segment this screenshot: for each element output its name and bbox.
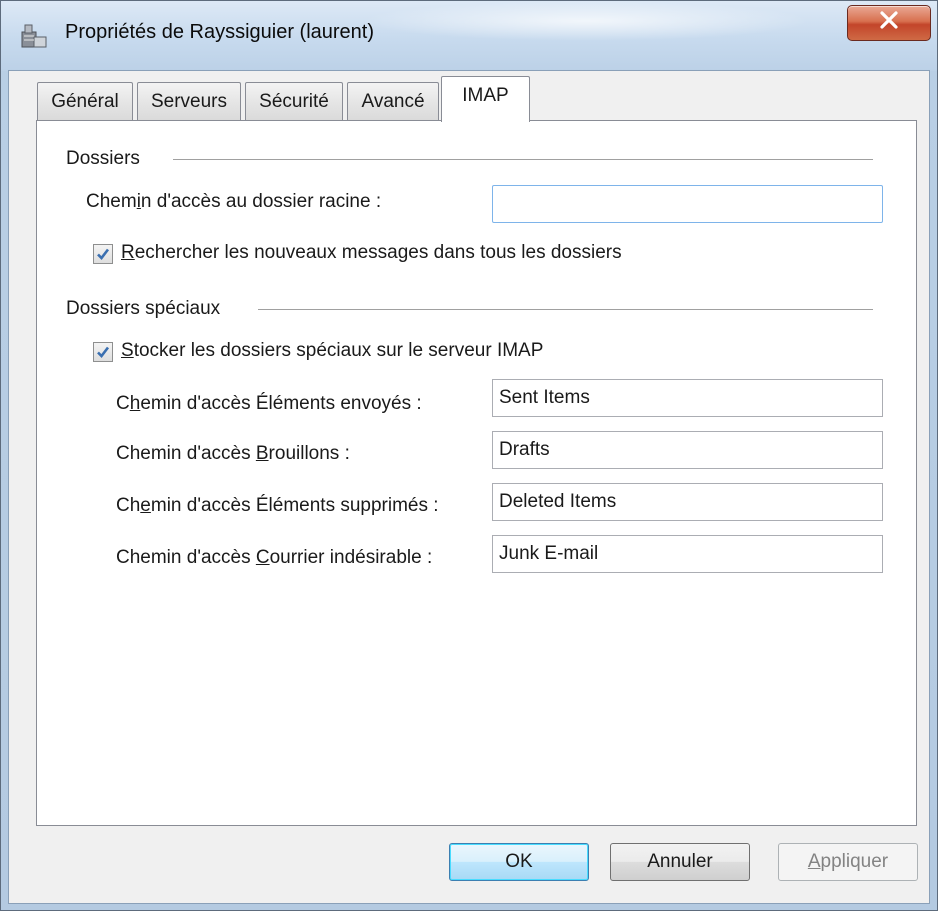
search-all-folders-label[interactable]: Rechercher les nouveaux messages dans to…	[121, 242, 622, 264]
group-divider-special	[258, 309, 873, 310]
tab-label: Serveurs	[150, 90, 228, 112]
drafts-path-input[interactable]	[492, 431, 883, 469]
window-title: Propriétés de Rayssiguier (laurent)	[65, 21, 375, 43]
group-title-dossiers: Dossiers	[66, 148, 140, 170]
deleted-items-path-input[interactable]	[492, 483, 883, 521]
search-all-folders-checkbox[interactable]	[93, 244, 113, 264]
root-path-input[interactable]	[492, 185, 883, 223]
close-button[interactable]	[847, 5, 931, 41]
cancel-button[interactable]: Annuler	[610, 843, 750, 881]
apply-button-label: Appliquer	[807, 851, 889, 872]
ok-button-label: OK	[505, 851, 533, 872]
tab-serveurs[interactable]: Serveurs	[137, 82, 241, 120]
close-icon	[879, 11, 899, 35]
tab-avance[interactable]: Avancé	[347, 82, 439, 120]
drafts-path-label: Chemin d'accès Brouillons :	[116, 443, 350, 464]
junk-email-path-label: Chemin d'accès Courrier indésirable :	[116, 547, 433, 568]
sent-items-path-input[interactable]	[492, 379, 883, 417]
sent-items-path-label: Chemin d'accès Éléments envoyés :	[116, 393, 422, 414]
tab-imap[interactable]: IMAP	[441, 76, 530, 122]
store-special-folders-label[interactable]: Stocker les dossiers spéciaux sur le ser…	[121, 340, 543, 362]
junk-email-path-input[interactable]	[492, 535, 883, 573]
group-title-special-folders: Dossiers spéciaux	[66, 298, 221, 320]
group-divider-dossiers	[173, 159, 873, 160]
tab-general[interactable]: Général	[37, 82, 133, 120]
tab-page-imap: Dossiers Chemin d'accès au dossier racin…	[36, 120, 917, 826]
root-path-label: Chemin d'accès au dossier racine :	[86, 191, 382, 212]
title-bar-glow	[361, 1, 811, 41]
tab-label: IMAP	[462, 84, 509, 106]
ok-button[interactable]: OK	[449, 843, 589, 881]
deleted-items-path-label: Chemin d'accès Éléments supprimés :	[116, 495, 439, 516]
tab-label: Avancé	[361, 90, 425, 112]
tab-label: Sécurité	[259, 90, 329, 112]
app-icon	[21, 23, 47, 49]
tab-securite[interactable]: Sécurité	[245, 82, 343, 120]
store-special-folders-checkbox[interactable]	[93, 342, 113, 362]
check-icon	[97, 248, 110, 260]
apply-button[interactable]: Appliquer	[778, 843, 918, 881]
cancel-button-label: Annuler	[647, 851, 713, 872]
tab-label: Général	[51, 90, 119, 112]
check-icon	[97, 346, 110, 358]
